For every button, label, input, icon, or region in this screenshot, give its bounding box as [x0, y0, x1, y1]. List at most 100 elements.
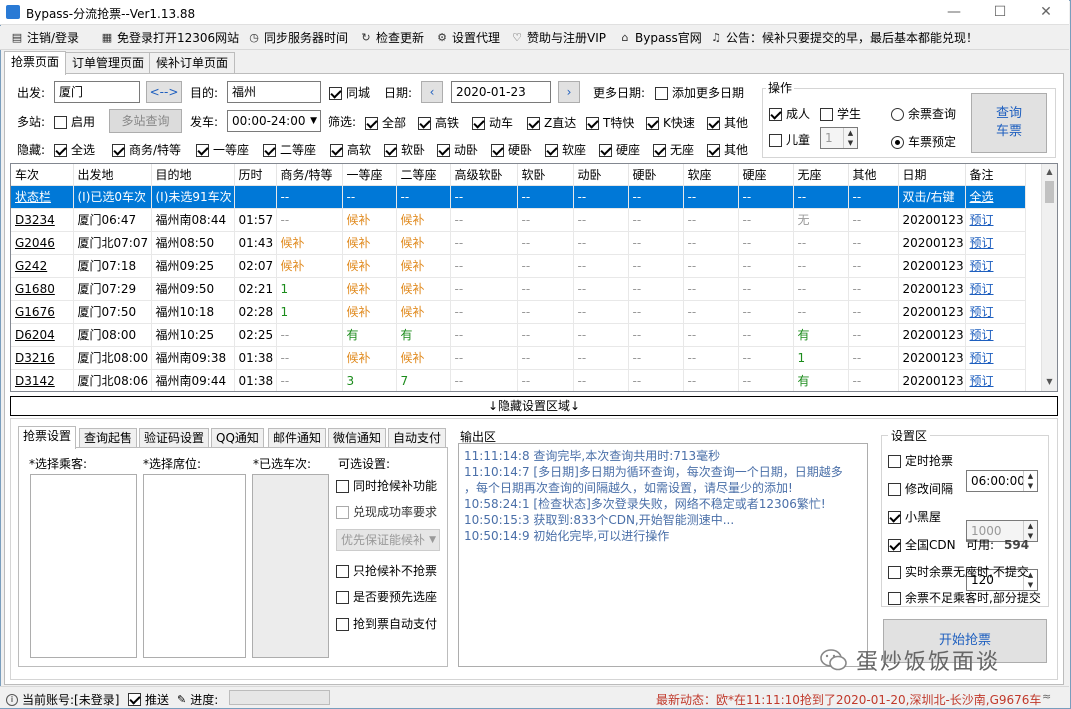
timed-ticket-checkbox[interactable]: 定时抢票	[888, 453, 953, 469]
column-header[interactable]: 出发地	[73, 164, 152, 186]
hide-hard-sleeper-checkbox[interactable]: 硬卧	[491, 142, 532, 158]
filter-k-checkbox[interactable]: K快速	[646, 115, 695, 131]
book-link[interactable]: 预订	[970, 213, 994, 227]
book-radio[interactable]: 车票预定	[891, 134, 956, 150]
column-header[interactable]: 商务/特等	[276, 164, 343, 186]
menu-open-12306[interactable]: ▦ 免登录打开12306网站	[100, 29, 239, 47]
train-number[interactable]: D6204	[15, 328, 55, 342]
table-cell[interactable]: D3142	[11, 369, 74, 391]
train-number[interactable]: 状态栏	[15, 190, 51, 204]
to-input[interactable]: 福州	[227, 81, 321, 103]
swap-button[interactable]: <-->	[146, 81, 182, 103]
depart-time-select[interactable]: 00:00-24:00 ▼	[227, 110, 321, 132]
add-more-dates-checkbox[interactable]: 添加更多日期	[655, 85, 744, 101]
multi-station-query-button[interactable]: 多站查询	[109, 109, 182, 133]
query-tickets-button[interactable]: 查询 车票	[971, 93, 1047, 153]
tab-wechat-notify[interactable]: 微信通知	[328, 428, 387, 448]
table-cell[interactable]: 预订	[965, 346, 1026, 370]
hide-soft-sleeper-checkbox[interactable]: 软卧	[384, 142, 425, 158]
waitlist-only-checkbox[interactable]: 只抢候补不抢票	[336, 563, 437, 579]
tab-mail-notify[interactable]: 邮件通知	[268, 428, 327, 448]
table-cell[interactable]: 预订	[965, 369, 1026, 391]
table-row[interactable]: D6204 厦门08:00 福州10:25 02:25 -- 有 有 -- -- -- -- -- --…	[11, 323, 1026, 347]
column-header[interactable]: 动卧	[573, 164, 629, 186]
train-number[interactable]: D3234	[15, 213, 55, 227]
scroll-down-icon[interactable]: ▼	[1042, 374, 1057, 390]
table-row[interactable]: D3142 厦门北08:06 福州南09:44 01:38 -- 3 7 -- -- -- -- --…	[11, 369, 1026, 391]
close-icon[interactable]: ✕	[1023, 0, 1069, 25]
output-log[interactable]: 11:11:14:8 查询完毕,本次查询共用时:713毫秒 11:10:14:7…	[458, 443, 868, 667]
selected-trains-list[interactable]	[252, 474, 329, 658]
column-header[interactable]: 历时	[234, 164, 277, 186]
date-input[interactable]: 2020-01-23	[451, 81, 551, 103]
from-input[interactable]: 厦门	[54, 81, 140, 103]
hide-all-checkbox[interactable]: 全选	[54, 142, 95, 158]
column-header[interactable]: 目的地	[151, 164, 235, 186]
column-header[interactable]: 一等座	[342, 164, 397, 186]
filter-z-checkbox[interactable]: Z直达	[527, 115, 576, 131]
tab-captcha[interactable]: 验证码设置	[139, 428, 210, 448]
table-cell[interactable]: G242	[11, 254, 74, 278]
auto-pay-checkbox[interactable]: 抢到票自动支付	[336, 616, 437, 632]
push-toggle[interactable]: 推送	[128, 691, 169, 708]
tab-ticket-settings[interactable]: 抢票设置	[18, 426, 77, 449]
menu-sponsor[interactable]: ♡ 赞助与注册VIP	[510, 29, 606, 47]
column-header[interactable]: 车次	[11, 164, 74, 186]
tab-ticket[interactable]: 抢票页面	[4, 51, 67, 75]
child-count-stepper[interactable]: 1 ▲ ▼	[820, 127, 858, 149]
table-row[interactable]: G242 厦门07:18 福州09:25 02:07 候补 候补 候补 -- -- -- -- -- -…	[11, 254, 1026, 278]
stepper-arrows-icon[interactable]: ▲ ▼	[1023, 471, 1037, 491]
passenger-list[interactable]	[30, 474, 137, 658]
hide-settings-bar[interactable]: ↓隐藏设置区域↓	[10, 396, 1058, 416]
book-link[interactable]: 预订	[970, 328, 994, 342]
train-number[interactable]: D3216	[15, 351, 55, 365]
filter-emu-checkbox[interactable]: 动车	[472, 115, 513, 131]
table-cell[interactable]: 预订	[965, 300, 1026, 324]
hide-no-seat-checkbox[interactable]: 无座	[653, 142, 694, 158]
book-link[interactable]: 预订	[970, 236, 994, 250]
stepper-arrows-icon[interactable]: ▲ ▼	[843, 128, 857, 148]
table-cell[interactable]: G1676	[11, 300, 74, 324]
partial-submit-checkbox[interactable]: 余票不足乘客时,部分提交	[888, 590, 1041, 606]
table-cell[interactable]: D3216	[11, 346, 74, 370]
menu-proxy[interactable]: ⚙ 设置代理	[435, 29, 500, 47]
scroll-thumb[interactable]	[1045, 181, 1054, 203]
table-row[interactable]: D3234 厦门06:47 福州南08:44 01:57 -- 候补 候补 -- -- -- -- -…	[11, 208, 1026, 232]
train-number[interactable]: G1680	[15, 282, 55, 296]
filter-other-checkbox[interactable]: 其他	[707, 115, 748, 131]
table-cell[interactable]: D3234	[11, 208, 74, 232]
table-cell[interactable]: 全选	[965, 185, 1026, 209]
menu-notice[interactable]: ♫ 公告：候补只要提交的早，最后基本都能兑现！	[709, 29, 978, 47]
table-cell[interactable]: 预订	[965, 231, 1026, 255]
tab-qq-notify[interactable]: QQ通知	[211, 428, 264, 448]
table-cell[interactable]: 预订	[965, 208, 1026, 232]
table-cell[interactable]: D6204	[11, 323, 74, 347]
table-row[interactable]: D3216 厦门北08:00 福州南09:38 01:38 -- 候补 候补 -- -- -- --…	[11, 346, 1026, 370]
same-city-checkbox[interactable]: 同城	[329, 85, 370, 101]
column-header[interactable]: 硬座	[738, 164, 794, 186]
child-checkbox[interactable]: 儿童	[769, 132, 810, 148]
book-link[interactable]: 预订	[970, 351, 994, 365]
adult-checkbox[interactable]: 成人	[769, 106, 810, 122]
book-link[interactable]: 预订	[970, 374, 994, 388]
table-row[interactable]: G1680 厦门07:29 福州09:50 02:21 1 候补 候补 -- -- -- -- -- -…	[11, 277, 1026, 301]
tab-auto-pay[interactable]: 自动支付	[388, 428, 447, 448]
tab-query-sale[interactable]: 查询起售	[79, 428, 138, 448]
column-header[interactable]: 高级软卧	[450, 164, 518, 186]
filter-t-checkbox[interactable]: T特快	[586, 115, 634, 131]
train-number[interactable]: G2046	[15, 236, 55, 250]
hide-hard-seat-checkbox[interactable]: 硬座	[599, 142, 640, 158]
menu-website[interactable]: ⌂ Bypass官网	[618, 29, 702, 47]
waitlist-too-checkbox[interactable]: 同时抢候补功能	[336, 478, 437, 494]
hide-high-soft-checkbox[interactable]: 高软	[330, 142, 371, 158]
column-header[interactable]: 二等座	[396, 164, 451, 186]
menu-sync-time[interactable]: ◷ 同步服务器时间	[247, 29, 348, 47]
priority-select[interactable]: 优先保证能候补 ▼	[336, 529, 440, 551]
book-link[interactable]: 预订	[970, 305, 994, 319]
train-number[interactable]: G1676	[15, 305, 55, 319]
table-cell[interactable]: 预订	[965, 254, 1026, 278]
column-header[interactable]: 其他	[848, 164, 899, 186]
maximize-icon[interactable]: ☐	[977, 0, 1023, 25]
hide-second-class-checkbox[interactable]: 二等座	[263, 142, 316, 158]
table-row[interactable]: G1676 厦门07:50 福州10:18 02:28 1 候补 候补 -- -- -- -- -- -…	[11, 300, 1026, 324]
